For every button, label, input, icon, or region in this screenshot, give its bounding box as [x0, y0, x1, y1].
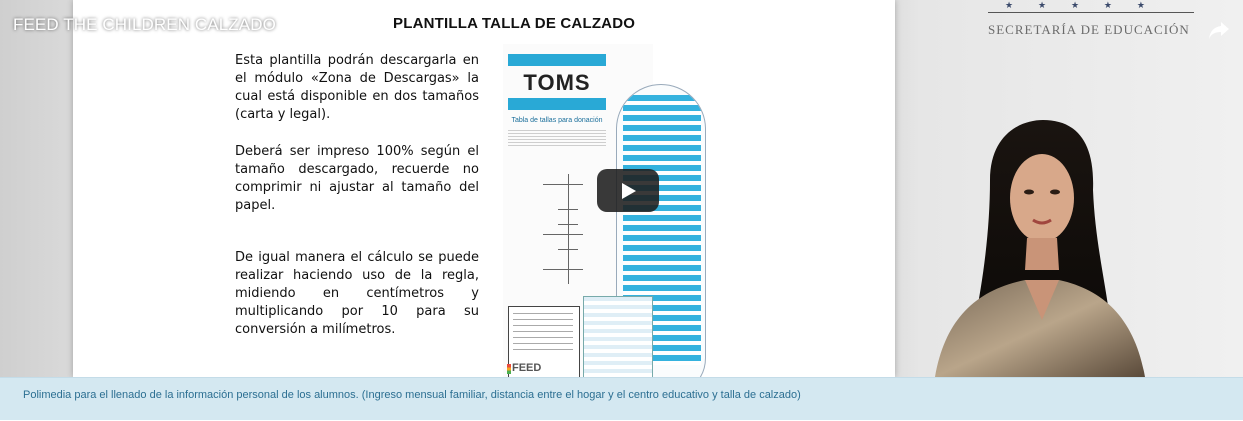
slide-paragraph-print: Deberá ser impreso 100% según el tamaño …	[235, 144, 479, 213]
presenter-video	[935, 120, 1145, 377]
toms-logo: TOMS	[523, 70, 591, 95]
secretaria-seal-stars: ★ ★ ★ ★ ★	[1005, 0, 1145, 10]
template-subtitle: Tabla de tallas para donación	[511, 117, 603, 124]
feed-the-children-logo: FEED	[512, 362, 542, 374]
video-player[interactable]: PLANTILLA TALLA DE CALZADO Esta plantill…	[0, 0, 1243, 377]
secretaria-logo-text: SECRETARÍA DE EDUCACIÓN	[988, 22, 1190, 37]
video-title[interactable]: FEED THE CHILDREN CALZADO	[13, 15, 276, 35]
template-size-table	[583, 296, 653, 377]
video-caption-bar: Polimedia para el llenado de la informac…	[0, 377, 1243, 420]
toms-banner-top	[508, 54, 606, 66]
slide-title: PLANTILLA TALLA DE CALZADO	[393, 15, 636, 32]
toms-banner-bottom	[508, 98, 606, 110]
slide-paragraph-ruler: De igual manera el cálculo se puede real…	[235, 250, 479, 337]
video-caption-text: Polimedia para el llenado de la informac…	[23, 389, 801, 401]
secretaria-divider	[988, 12, 1194, 13]
slide-paragraph-download: Esta plantilla podrán descargarla en el …	[235, 53, 479, 122]
share-icon[interactable]	[1208, 20, 1230, 40]
feed-logo-mark	[507, 364, 511, 374]
youtube-play-icon[interactable]	[597, 169, 659, 212]
presentation-slide: PLANTILLA TALLA DE CALZADO Esta plantill…	[73, 0, 895, 377]
template-instructions-lines	[508, 130, 606, 146]
